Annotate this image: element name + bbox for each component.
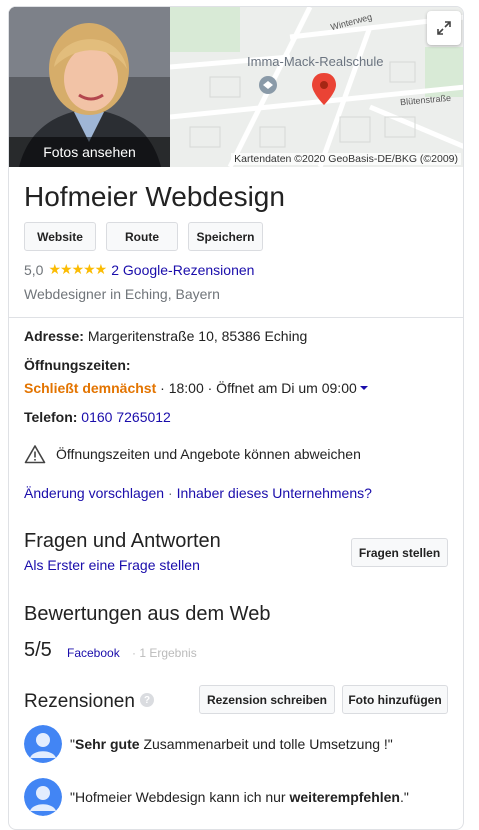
review-text-post: ." bbox=[399, 789, 409, 805]
hours-row[interactable]: Schließt demnächst · 18:00 · Öffnet am D… bbox=[24, 380, 369, 396]
hero-media: Fotos ansehen Imma-Mack-Realschule Winte… bbox=[9, 7, 463, 167]
hours-label-row: Öffnungszeiten: bbox=[24, 357, 131, 373]
address-value[interactable]: Margeritenstraße 10, 85386 Eching bbox=[88, 328, 307, 344]
address-row: Adresse: Margeritenstraße 10, 85386 Echi… bbox=[24, 328, 307, 344]
expand-icon bbox=[437, 21, 451, 35]
knowledge-panel: Fotos ansehen Imma-Mack-Realschule Winte… bbox=[8, 6, 464, 830]
map-preview[interactable]: Imma-Mack-Realschule Winterweg Blütenstr… bbox=[170, 7, 463, 167]
phone-link[interactable]: 0160 7265012 bbox=[81, 409, 171, 425]
phone-row: Telefon: 0160 7265012 bbox=[24, 409, 171, 425]
view-photos-label[interactable]: Fotos ansehen bbox=[9, 137, 170, 167]
save-button[interactable]: Speichern bbox=[188, 222, 263, 251]
user-avatar-icon bbox=[24, 778, 62, 816]
address-label: Adresse: bbox=[24, 328, 84, 344]
warning-text: Öffnungszeiten und Angebote können abwei… bbox=[56, 446, 361, 462]
map-image bbox=[170, 7, 463, 167]
website-button[interactable]: Website bbox=[24, 222, 96, 251]
edit-links: Änderung vorschlagen · Inhaber dieses Un… bbox=[24, 485, 372, 501]
reviews-heading: Rezensionen bbox=[24, 691, 135, 712]
business-name: Hofmeier Webdesign bbox=[24, 181, 285, 212]
avatar bbox=[24, 778, 62, 816]
dropdown-arrow-icon[interactable] bbox=[359, 383, 369, 393]
facebook-link[interactable]: Facebook bbox=[67, 646, 120, 660]
business-photo[interactable]: Fotos ansehen bbox=[9, 7, 170, 167]
web-reviews-heading: Bewertungen aus dem Web bbox=[24, 603, 271, 625]
review-text-post: Zusammenarbeit und tolle Umsetzung !" bbox=[139, 736, 393, 752]
hours-label: Öffnungszeiten: bbox=[24, 357, 131, 373]
route-button[interactable]: Route bbox=[106, 222, 178, 251]
qa-heading: Fragen und Antworten bbox=[24, 530, 221, 552]
first-question-link[interactable]: Als Erster eine Frage stellen bbox=[24, 557, 200, 573]
review-text: "Hofmeier Webdesign kann ich nur weitere… bbox=[70, 789, 409, 805]
ask-question-button[interactable]: Fragen stellen bbox=[351, 538, 448, 567]
web-review-score: 5/5 bbox=[24, 639, 52, 661]
star-rating-icon: ★★★★★ bbox=[48, 261, 107, 277]
phone-label: Telefon: bbox=[24, 409, 78, 425]
rating-value: 5,0 bbox=[24, 261, 44, 278]
help-icon[interactable]: ? bbox=[140, 693, 154, 707]
map-attribution: Kartendaten ©2020 GeoBasis-DE/BKG (©2009… bbox=[231, 153, 461, 165]
review-text-bold: weiterempfehlen bbox=[289, 789, 400, 805]
link-separator: · bbox=[164, 485, 177, 501]
review-item[interactable]: "Sehr gute Zusammenarbeit und tolle Umse… bbox=[24, 725, 393, 763]
review-text-pre: "Hofmeier Webdesign kann ich nur bbox=[70, 789, 290, 805]
review-text: "Sehr gute Zusammenarbeit und tolle Umse… bbox=[70, 736, 393, 752]
hours-warning: Öffnungszeiten und Angebote können abwei… bbox=[24, 444, 361, 464]
divider bbox=[9, 317, 463, 318]
write-review-button[interactable]: Rezension schreiben bbox=[199, 685, 335, 714]
owner-link[interactable]: Inhaber dieses Unternehmens? bbox=[177, 485, 372, 501]
add-photo-button[interactable]: Foto hinzufügen bbox=[342, 685, 448, 714]
web-review-count: · 1 Ergebnis bbox=[132, 646, 197, 660]
hours-status: Schließt demnächst bbox=[24, 380, 157, 396]
map-school-label: Imma-Mack-Realschule bbox=[247, 54, 384, 69]
warning-icon bbox=[24, 445, 46, 464]
rating-row: 5,0 ★★★★★ 2 Google-Rezensionen bbox=[24, 261, 254, 278]
hours-detail: · 18:00 · Öffnet am Di um 09:00 bbox=[156, 380, 357, 396]
user-avatar-icon bbox=[24, 725, 62, 763]
action-buttons: Website Route Speichern bbox=[24, 222, 263, 251]
suggest-edit-link[interactable]: Änderung vorschlagen bbox=[24, 485, 164, 501]
expand-map-button[interactable] bbox=[427, 11, 461, 45]
avatar bbox=[24, 725, 62, 763]
review-item[interactable]: "Hofmeier Webdesign kann ich nur weitere… bbox=[24, 778, 409, 816]
business-category: Webdesigner in Eching, Bayern bbox=[24, 286, 220, 302]
google-reviews-link[interactable]: 2 Google-Rezensionen bbox=[111, 262, 254, 278]
review-text-bold: Sehr gute bbox=[74, 736, 140, 752]
